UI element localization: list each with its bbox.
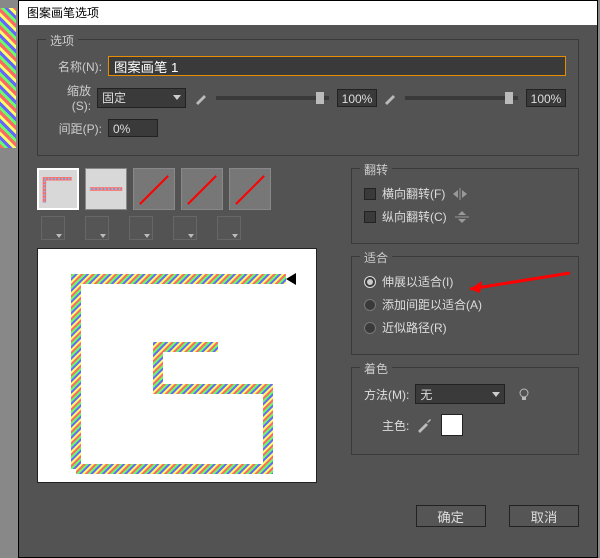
options-legend: 选项 [46,32,78,49]
chevron-down-icon [492,392,500,397]
flip-v-checkbox[interactable] [364,211,376,223]
tip-icon[interactable] [517,387,531,401]
color-legend: 着色 [360,360,392,377]
tile-menu-2[interactable] [85,216,109,240]
tile-menu-4[interactable] [173,216,197,240]
dialog-title: 图案画笔选项 [19,1,597,25]
tile-side[interactable] [85,168,127,210]
cancel-button[interactable]: 取消 [509,505,579,527]
eyedropper-icon[interactable] [415,416,433,434]
tile-menu-1[interactable] [41,216,65,240]
scale-mode-value: 固定 [102,89,126,106]
scale-label: 缩放(S): [50,82,91,113]
flip-h-label: 横向翻转(F) [382,185,445,202]
scale-slider-2[interactable] [405,96,518,100]
ok-button[interactable]: 确定 [416,505,486,527]
flip-legend: 翻转 [360,161,392,178]
tile-start[interactable] [181,168,223,210]
scale-value-2[interactable]: 100% [526,89,566,107]
tile-selector [37,168,337,210]
flip-v-label: 纵向翻转(C) [382,208,447,225]
method-value: 无 [420,386,432,403]
options-fieldset: 选项 名称(N): 缩放(S): 固定 100% [37,39,579,156]
name-input[interactable] [108,56,566,76]
color-fieldset: 着色 方法(M): 无 主色: [351,367,579,455]
fit-stretch-label: 伸展以适合(I) [382,273,453,290]
dialog-window: 图案画笔选项 选项 名称(N): 缩放(S): 固定 [18,0,598,558]
spacing-label: 间距(P): [50,120,102,137]
fit-fieldset: 适合 伸展以适合(I) 添加间距以适合(A) 近似路径(R) [351,256,579,355]
flip-h-checkbox[interactable] [364,188,376,200]
brush-preview [37,248,317,483]
flip-h-icon [451,187,469,201]
maincolor-label: 主色: [382,417,409,434]
fit-approx-label: 近似路径(R) [382,319,447,336]
flip-fieldset: 翻转 横向翻转(F) 纵向翻转(C) [351,168,579,244]
annotation-arrow [462,269,572,309]
pen-icon-2 [383,91,397,105]
fit-stretch-radio[interactable] [364,276,376,288]
scale-mode-select[interactable]: 固定 [97,88,186,108]
method-label: 方法(M): [364,386,409,403]
scale-value-1[interactable]: 100% [337,89,377,107]
spacing-input[interactable]: 0% [108,119,158,137]
tile-menu-5[interactable] [217,216,241,240]
tile-menu-3[interactable] [129,216,153,240]
tile-outer-corner[interactable] [37,168,79,210]
maincolor-swatch[interactable] [441,414,463,436]
method-select[interactable]: 无 [415,384,505,404]
fit-approx-radio[interactable] [364,322,376,334]
chevron-down-icon [173,95,181,100]
scale-slider-1[interactable] [216,96,329,100]
tile-inner-corner[interactable] [133,168,175,210]
pen-icon [194,91,208,105]
tile-end[interactable] [229,168,271,210]
fit-space-radio[interactable] [364,299,376,311]
flip-v-icon [453,210,471,224]
fit-legend: 适合 [360,249,392,266]
name-label: 名称(N): [50,58,102,75]
